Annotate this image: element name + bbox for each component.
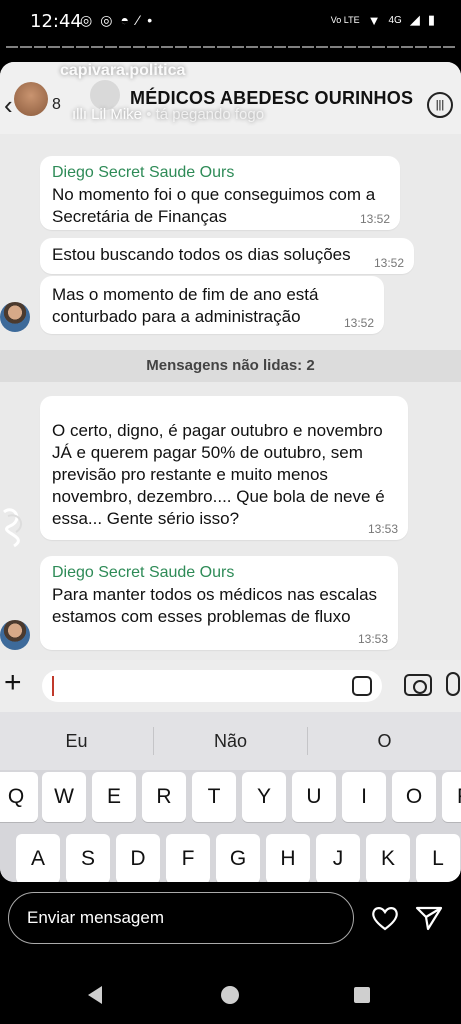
key[interactable]: T bbox=[192, 772, 236, 822]
mic-icon[interactable] bbox=[446, 672, 460, 696]
message-text: Para manter todos os médicos nas escalas… bbox=[52, 585, 378, 626]
key[interactable]: Y bbox=[242, 772, 286, 822]
message-time: 13:52 bbox=[359, 212, 390, 226]
story-music[interactable]: ıllı Lil Mike • tá pegando fogo bbox=[72, 106, 264, 123]
key[interactable]: U bbox=[292, 772, 336, 822]
heart-icon[interactable] bbox=[370, 904, 400, 932]
sender-avatar[interactable] bbox=[0, 302, 30, 332]
story-reply-bar: Enviar mensagem bbox=[0, 882, 461, 968]
call-icon[interactable]: ||| bbox=[427, 92, 453, 118]
notification-icons: ◎ ◎ ◓ ⁄ • bbox=[80, 12, 152, 29]
system-nav-bar bbox=[0, 968, 461, 1024]
key[interactable]: H bbox=[266, 834, 310, 882]
message-text: Mas o momento de fim de ano está conturb… bbox=[52, 285, 319, 326]
nav-recents-icon[interactable] bbox=[354, 987, 370, 1003]
message-time: 13:52 bbox=[343, 316, 374, 330]
send-icon[interactable] bbox=[414, 904, 444, 932]
status-time: 12:44 bbox=[30, 11, 82, 32]
sender-avatar[interactable] bbox=[0, 620, 30, 650]
story-reply-input[interactable]: Enviar mensagem bbox=[8, 892, 354, 944]
keyboard-row-1: Q W E R T Y U I O P bbox=[0, 772, 461, 822]
key[interactable]: I bbox=[342, 772, 386, 822]
music-icon: ıllı bbox=[72, 106, 92, 123]
battery-icon: ▮ bbox=[427, 12, 435, 27]
key[interactable]: S bbox=[66, 834, 110, 882]
screen: 12:44 ◎ ◎ ◓ ⁄ • Vo LTE ▼ 4G ◢ ▮ ‹ 8 MÉDI… bbox=[0, 0, 461, 1024]
key[interactable]: D bbox=[116, 834, 160, 882]
status-bar: 12:44 ◎ ◎ ◓ ⁄ • Vo LTE ▼ 4G ◢ ▮ bbox=[0, 0, 461, 44]
key[interactable]: E bbox=[92, 772, 136, 822]
message-bubble[interactable]: Diego Secret Saude Ours No momento foi o… bbox=[40, 156, 400, 230]
message-time: 13:53 bbox=[357, 632, 388, 646]
dot-icon: • bbox=[147, 12, 153, 28]
music-track: tá pegando fogo bbox=[155, 106, 265, 123]
message-text: O certo, digno, é pagar outubro e novemb… bbox=[52, 421, 385, 528]
redaction-scribble bbox=[3, 508, 23, 548]
cap-icon: ◓ bbox=[120, 12, 129, 28]
shared-screenshot: ‹ 8 MÉDICOS ABEDESC OURINHOS ||| capivar… bbox=[0, 62, 461, 882]
message-sender: Diego Secret Saude Ours bbox=[52, 164, 235, 181]
key[interactable]: A bbox=[16, 834, 60, 882]
back-arrow-icon[interactable]: ‹ bbox=[4, 90, 13, 121]
network-type: 4G bbox=[388, 14, 402, 26]
key[interactable]: J bbox=[316, 834, 360, 882]
message-composer: + bbox=[0, 660, 461, 712]
suggestion-2[interactable]: Não bbox=[154, 731, 307, 752]
system-icons: Vo LTE ▼ 4G ◢ ▮ bbox=[331, 12, 435, 28]
music-artist: Lil Mike bbox=[91, 106, 143, 123]
key[interactable]: Q bbox=[0, 772, 38, 822]
message-input[interactable] bbox=[42, 670, 382, 702]
unread-divider: Mensagens não lidas: 2 bbox=[0, 350, 461, 382]
unread-count: 8 bbox=[52, 96, 61, 113]
nav-home-icon[interactable] bbox=[221, 986, 239, 1004]
4g-signal-icon: ◢ bbox=[409, 12, 420, 27]
key[interactable]: L bbox=[416, 834, 460, 882]
instagram-icon: ◎ bbox=[100, 12, 113, 28]
suggestion-3[interactable]: O bbox=[308, 731, 461, 752]
message-time: 13:53 bbox=[367, 522, 398, 536]
story-progress bbox=[6, 44, 455, 50]
keyboard: Q W E R T Y U I O P A S D F G H J K L bbox=[0, 770, 461, 882]
message-bubble[interactable]: Diego Secret Saude Ours Para manter todo… bbox=[40, 556, 398, 650]
key[interactable]: P bbox=[442, 772, 461, 822]
slash-icon: ⁄ bbox=[136, 12, 140, 28]
key[interactable]: W bbox=[42, 772, 86, 822]
sticker-icon[interactable] bbox=[352, 676, 372, 696]
message-time: 13:52 bbox=[373, 256, 404, 270]
story-username[interactable]: capivara.politica bbox=[60, 62, 185, 80]
keyboard-suggestions: Eu Não O bbox=[0, 712, 461, 770]
wifi-icon: ▼ bbox=[367, 12, 381, 28]
key[interactable]: R bbox=[142, 772, 186, 822]
nav-back-icon[interactable] bbox=[88, 986, 102, 1004]
message-sender: Diego Secret Saude Ours bbox=[52, 564, 235, 581]
key[interactable]: K bbox=[366, 834, 410, 882]
message-bubble[interactable]: Mas o momento de fim de ano está conturb… bbox=[40, 276, 384, 334]
message-text: Estou buscando todos os dias soluções bbox=[52, 245, 351, 264]
plus-icon[interactable]: + bbox=[4, 666, 22, 700]
message-text: No momento foi o que conseguimos com a S… bbox=[52, 185, 376, 226]
message-bubble[interactable]: Estou buscando todos os dias soluções 13… bbox=[40, 238, 414, 274]
instagram-icon: ◎ bbox=[80, 12, 93, 28]
keyboard-row-2: A S D F G H J K L bbox=[0, 834, 461, 882]
message-bubble[interactable]: O certo, digno, é pagar outubro e novemb… bbox=[40, 396, 408, 540]
text-caret bbox=[52, 676, 54, 696]
story-avatar[interactable] bbox=[14, 82, 48, 116]
key[interactable]: G bbox=[216, 834, 260, 882]
volte-icon: Vo LTE bbox=[330, 15, 360, 25]
key[interactable]: O bbox=[392, 772, 436, 822]
key[interactable]: F bbox=[166, 834, 210, 882]
camera-icon[interactable] bbox=[404, 674, 432, 696]
story-reply-placeholder: Enviar mensagem bbox=[27, 908, 165, 927]
suggestion-1[interactable]: Eu bbox=[0, 731, 153, 752]
